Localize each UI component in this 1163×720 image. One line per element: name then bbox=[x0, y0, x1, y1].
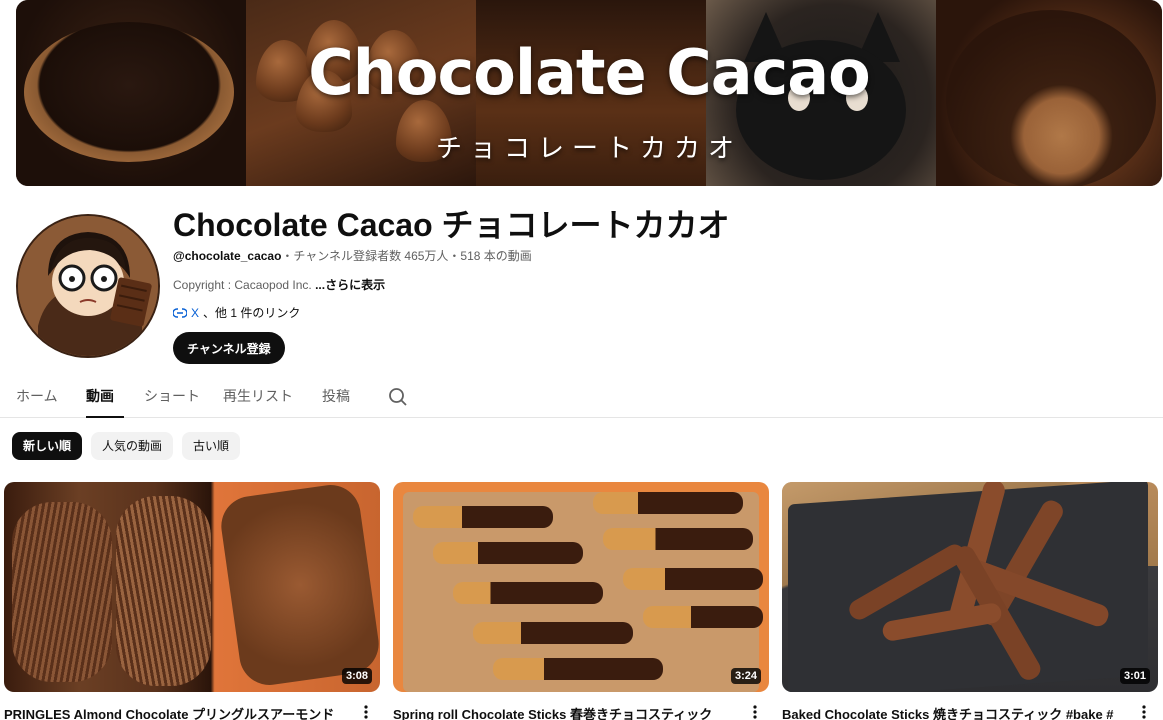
other-links[interactable]: 、他 1 件のリンク bbox=[203, 304, 300, 321]
tab-posts[interactable]: 投稿 bbox=[322, 386, 350, 418]
channel-handle[interactable]: @chocolate_cacao bbox=[173, 249, 281, 263]
description-text: Copyright : Cacaopod Inc. bbox=[173, 278, 316, 292]
link-icon bbox=[173, 307, 187, 318]
banner-subtitle: チョコレートカカオ bbox=[435, 133, 742, 163]
search-icon[interactable] bbox=[386, 385, 410, 409]
link-x[interactable]: X bbox=[191, 306, 199, 320]
chip-popular[interactable]: 人気の動画 bbox=[91, 432, 174, 460]
tab-shorts[interactable]: ショート bbox=[144, 386, 200, 418]
tab-home[interactable]: ホーム bbox=[16, 386, 58, 418]
show-more-link[interactable]: ...さらに表示 bbox=[315, 278, 385, 292]
video-title[interactable]: PRINGLES Almond Chocolate プリングルスアーモンド bbox=[4, 704, 352, 720]
video-duration: 3:01 bbox=[1119, 668, 1150, 684]
channel-description[interactable]: Copyright : Cacaopod Inc. ...さらに表示 bbox=[173, 276, 385, 293]
video-title[interactable]: Baked Chocolate Sticks 焼きチョコスティック #bake … bbox=[782, 704, 1130, 720]
channel-banner: Chocolate Cacao チョコレートカカオ bbox=[16, 0, 1162, 186]
video-card[interactable]: 3:08 PRINGLES Almond Chocolate プリングルスアーモ… bbox=[4, 482, 380, 720]
video-card[interactable]: 3:01 Baked Chocolate Sticks 焼きチョコスティック #… bbox=[782, 482, 1158, 720]
chip-newest[interactable]: 新しい順 bbox=[12, 432, 83, 460]
video-duration: 3:08 bbox=[341, 668, 372, 684]
video-thumbnail[interactable]: 3:01 bbox=[782, 482, 1158, 692]
video-title[interactable]: Spring roll Chocolate Sticks 春巻きチョコスティック bbox=[393, 704, 741, 720]
more-vert-icon[interactable] bbox=[747, 704, 763, 720]
channel-avatar[interactable] bbox=[16, 214, 160, 358]
video-thumbnail[interactable]: 3:24 bbox=[393, 482, 769, 692]
channel-meta: @chocolate_cacao・チャンネル登録者数 465万人・518 本の動… bbox=[173, 247, 532, 264]
channel-stats: ・チャンネル登録者数 465万人・518 本の動画 bbox=[281, 249, 532, 263]
video-card[interactable]: 3:24 Spring roll Chocolate Sticks 春巻きチョコ… bbox=[393, 482, 769, 720]
video-thumbnail[interactable]: 3:08 bbox=[4, 482, 380, 692]
subscribe-button[interactable]: チャンネル登録 bbox=[173, 332, 285, 364]
tab-playlists[interactable]: 再生リスト bbox=[223, 386, 293, 418]
channel-tabs: ホーム 動画 ショート 再生リスト 投稿 bbox=[0, 376, 1163, 418]
video-duration: 3:24 bbox=[730, 668, 761, 684]
tab-videos[interactable]: 動画 bbox=[86, 386, 124, 418]
more-vert-icon[interactable] bbox=[358, 704, 374, 720]
channel-name: Chocolate Cacao チョコレートカカオ bbox=[173, 207, 730, 243]
chip-oldest[interactable]: 古い順 bbox=[182, 432, 241, 460]
more-vert-icon[interactable] bbox=[1136, 704, 1152, 720]
banner-title: Chocolate Cacao bbox=[308, 36, 870, 109]
channel-links: X 、他 1 件のリンク bbox=[173, 304, 300, 321]
avatar-illustration bbox=[18, 216, 158, 356]
